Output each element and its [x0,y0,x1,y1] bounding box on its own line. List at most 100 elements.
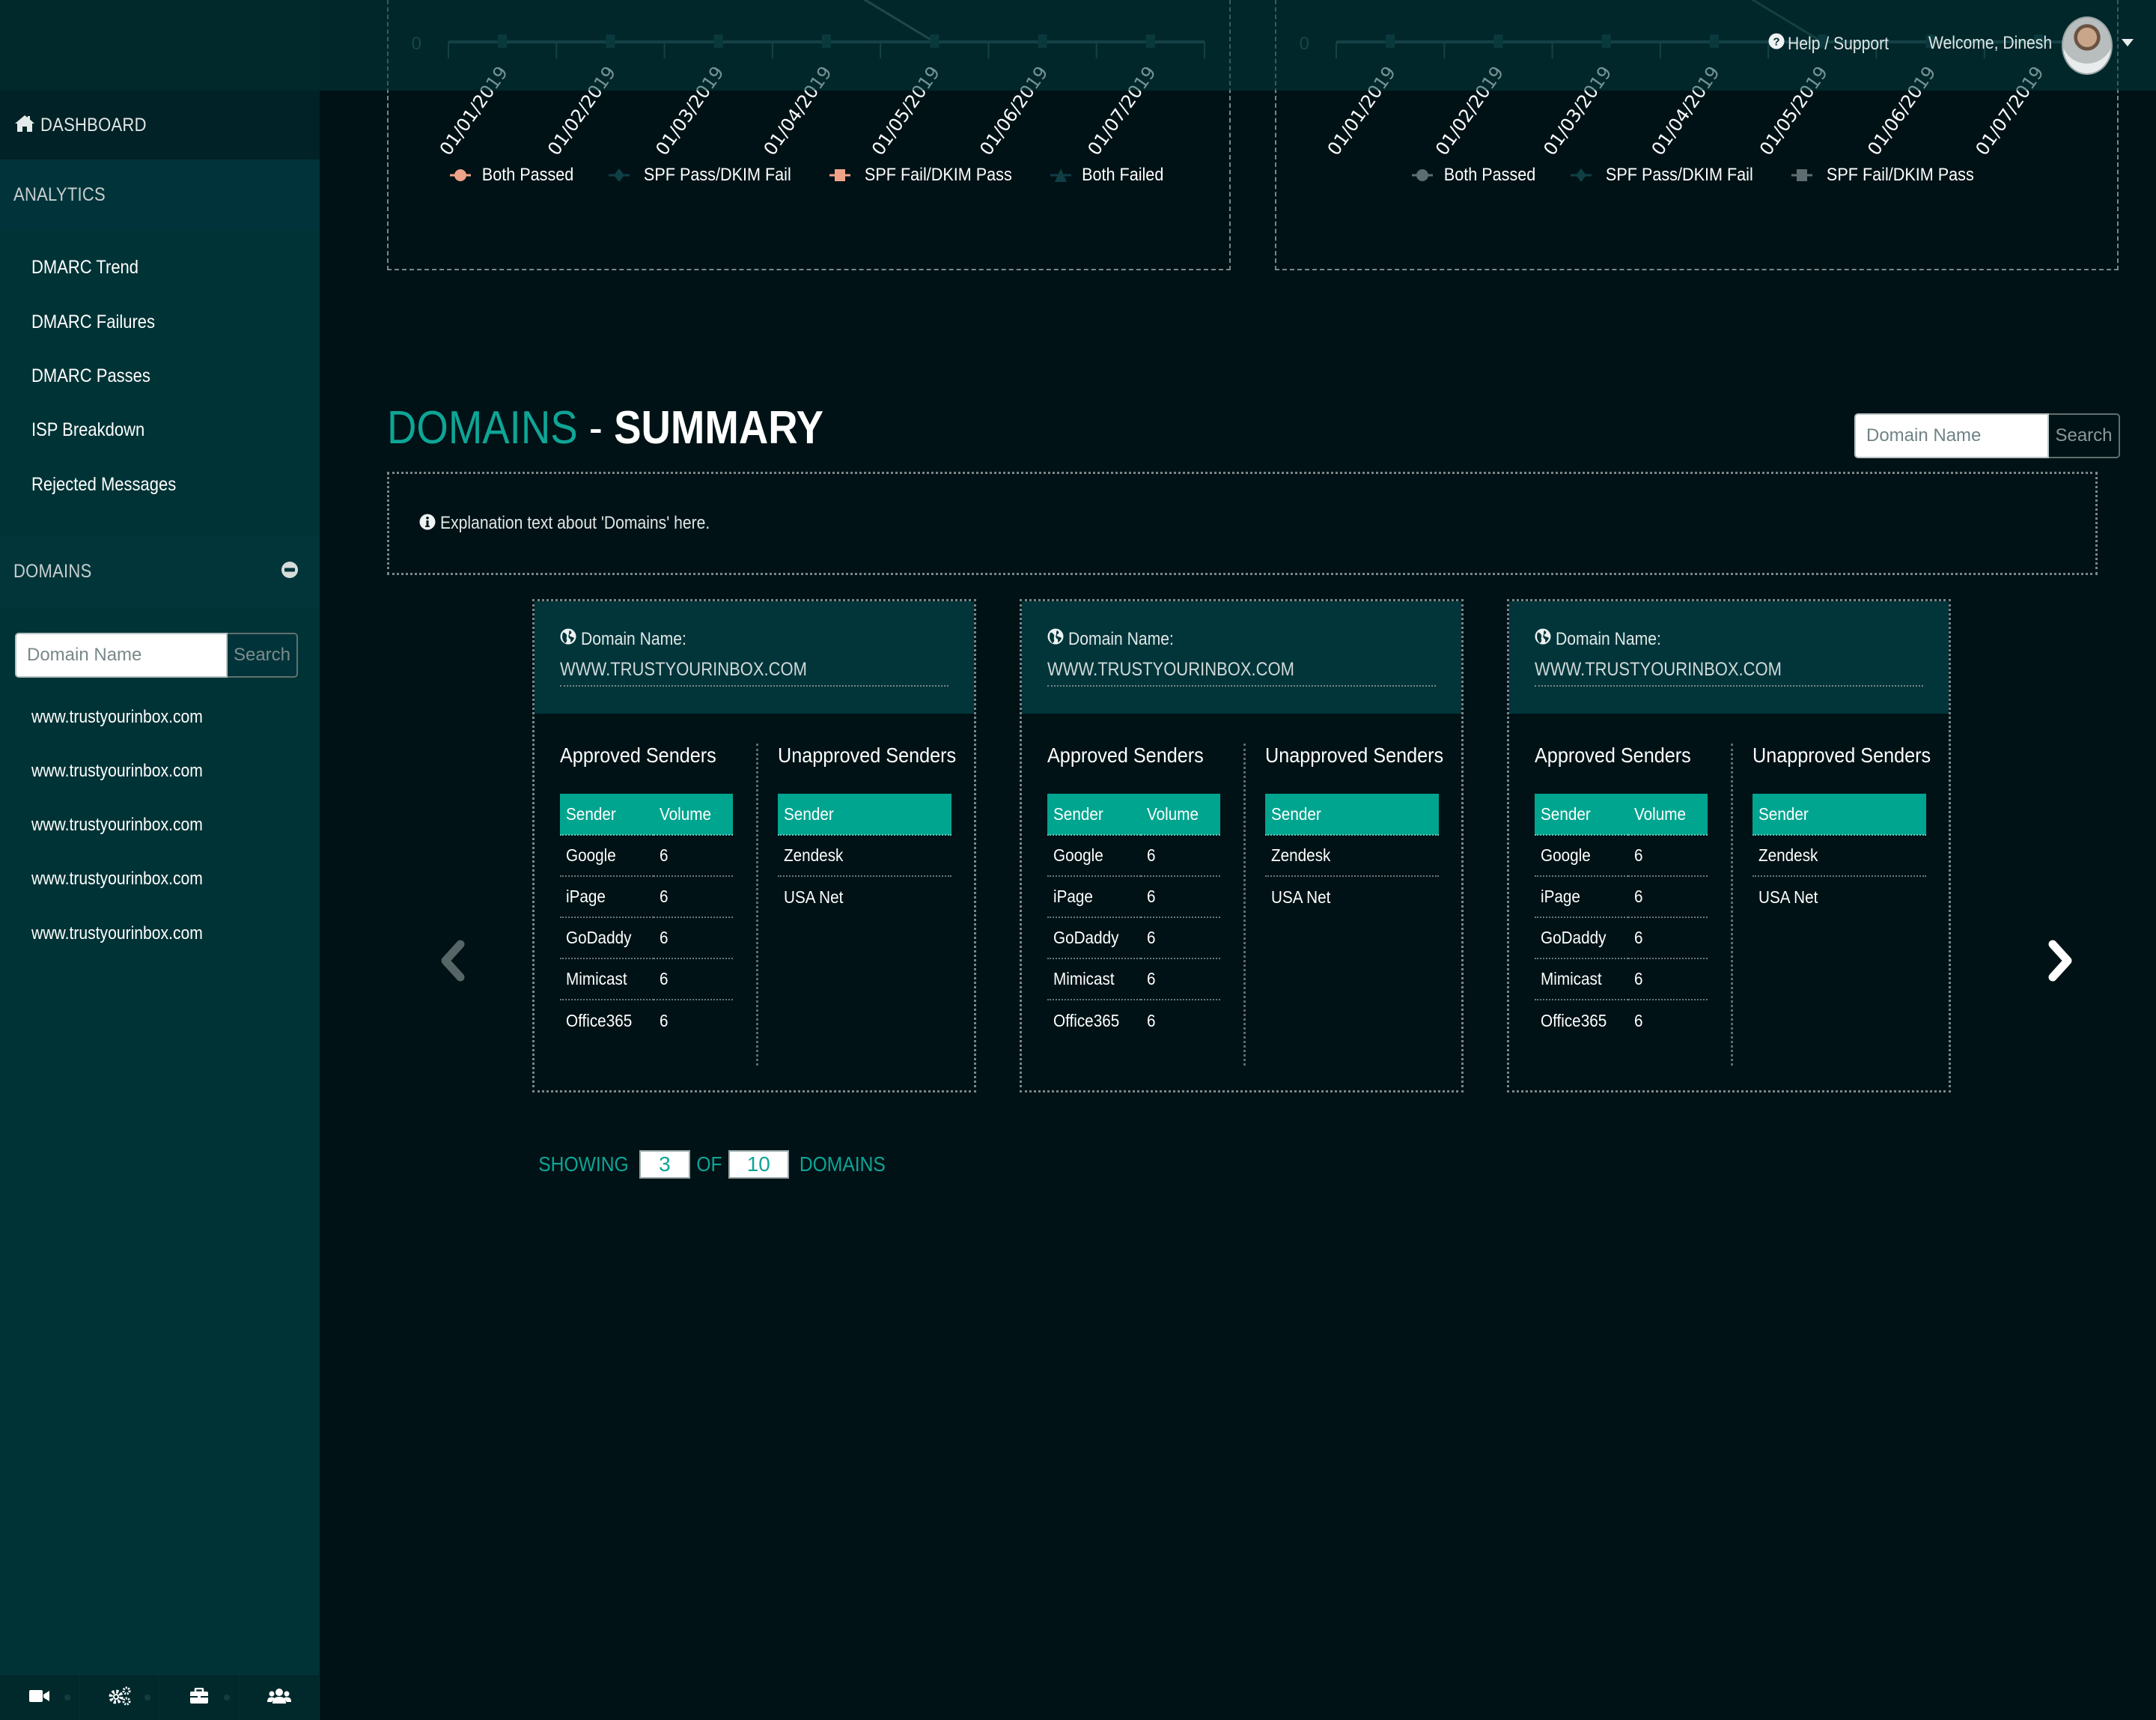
sender-name: USA Net [784,887,844,907]
help-support-link[interactable]: ? Help / Support [1768,33,1902,55]
briefcase-tool-button[interactable] [160,1675,240,1720]
settings-tool-button[interactable] [80,1675,160,1720]
main-domain-search-input[interactable] [1854,413,2049,458]
unapproved-senders-table: Sender Zendesk USA Net [1752,794,1926,917]
page-title-summary: SUMMARY [614,402,823,454]
column-header-sender: Sender [1265,794,1439,836]
unapproved-senders-section: Unapproved Senders Sender Zendesk USA Ne… [1752,744,1931,917]
sender-volume: 6 [1147,969,1156,988]
video-tool-button[interactable] [0,1675,80,1720]
table-header-row: Sender [1265,794,1439,836]
shown-count: 3 [639,1150,690,1179]
column-header-text: Sender [784,803,834,824]
legend-label: SPF Fail/DKIM Pass [864,165,1012,185]
approved-senders-title-text: Approved Senders [560,744,716,767]
carousel-next-button[interactable] [2038,936,2083,988]
sender-volume: 6 [660,1010,669,1030]
chevron-right-icon [2045,938,2075,987]
sender-name: Mimicast [1053,969,1115,988]
approved-senders-title: Approved Senders [1047,744,1220,774]
globe-icon [1535,628,1551,650]
sidebar-domain-link[interactable]: www.trustyourinbox.com [31,923,203,944]
volume-cell: 6 [654,958,733,1000]
legend-marker-diamond-icon [609,168,630,182]
sender-name: USA Net [1271,887,1331,907]
carousel-prev-button[interactable] [430,936,475,988]
domain-name-value: WWW.TRUSTYOURINBOX.COM [1535,659,1923,687]
volume-cell: 6 [1628,876,1708,918]
legend-item[interactable]: SPF Fail/DKIM Pass [1791,165,1982,186]
legend-label: Both Passed [481,165,574,185]
sidebar-item-dmarc-failures[interactable]: DMARC Failures [31,312,155,333]
volume-cell: 6 [1141,876,1220,918]
legend-item[interactable]: SPF Fail/DKIM Pass [829,165,1020,186]
sidebar-section-analytics[interactable]: ANALYTICS [0,159,320,230]
sidebar-domain-link[interactable]: www.trustyourinbox.com [31,707,203,728]
domain-name-label-text: Domain Name: [1556,628,1661,649]
main-domain-search-button[interactable]: Search [2049,413,2120,458]
legend-item[interactable]: SPF Pass/DKIM Fail [609,165,800,186]
sender-cell: Mimicast [1535,958,1628,1000]
approved-sender-row: GoDaddy 6 [1047,917,1220,959]
table-header-row: Sender Volume [1047,794,1220,836]
approved-sender-row: iPage 6 [560,876,733,918]
column-header-sender: Sender [1047,794,1141,836]
sidebar-section-domains[interactable]: DOMAINS [0,535,320,608]
sidebar-domain-link[interactable]: www.trustyourinbox.com [31,761,203,782]
approved-sender-row: Google 6 [560,835,733,877]
volume-cell: 6 [654,1000,733,1041]
sidebar-section-domains-label: DOMAINS [13,561,92,582]
sidebar-item-dmarc-trend[interactable]: DMARC Trend [31,257,138,279]
column-header-sender: Sender [1535,794,1628,836]
approved-senders-table: Sender Volume Google 6 iPage 6 GoDaddy 6… [1535,794,1708,1041]
cogs-icon [108,1686,132,1710]
sender-name: Office365 [1541,1010,1607,1030]
user-avatar[interactable] [2062,16,2113,75]
sidebar-item-isp-breakdown[interactable]: ISP Breakdown [31,419,144,441]
sender-cell: Zendesk [778,835,951,877]
domain-card-body: Approved Senders Sender Volume Google 6 … [535,714,974,1090]
legend-marker-square-icon [1791,169,1812,181]
legend-item[interactable]: Both Passed [1411,165,1541,186]
sender-cell: GoDaddy [1535,917,1628,959]
legend-item[interactable]: Both Passed [450,165,579,186]
unapproved-senders-title-text: Unapproved Senders [1752,744,1931,767]
approved-sender-row: Office365 6 [560,1000,733,1041]
column-header-text: Sender [1271,803,1321,824]
volume-cell: 6 [1141,917,1220,959]
tool-separator-dot [64,1695,70,1701]
unapproved-senders-section: Unapproved Senders Sender Zendesk USA Ne… [1265,744,1443,917]
sender-volume: 6 [660,969,669,988]
sidebar-item-dashboard-label: DASHBOARD [40,114,147,136]
sidebar-domain-search-input[interactable] [15,633,228,678]
sender-volume: 6 [1634,928,1643,947]
legend-item[interactable]: SPF Pass/DKIM Fail [1570,165,1761,186]
volume-cell: 6 [1628,917,1708,959]
sidebar-item-rejected-messages[interactable]: Rejected Messages [31,474,176,496]
sidebar-domain-search-button[interactable]: Search [228,633,298,678]
domain-name-label-text: Domain Name: [1068,628,1174,649]
table-header-row: Sender Volume [1535,794,1708,836]
sender-name: Office365 [566,1010,633,1030]
column-header-text: Sender [566,803,616,824]
main-domain-search: Search [1854,413,2120,458]
legend-marker-circle-icon [1411,169,1433,181]
column-divider [1243,744,1246,1066]
sender-cell: USA Net [778,876,951,917]
minus-circle-icon[interactable] [281,561,299,583]
sidebar-item-dmarc-passes[interactable]: DMARC Passes [31,365,150,387]
sender-name: Mimicast [1541,969,1602,988]
unapproved-senders-title: Unapproved Senders [1265,744,1443,774]
column-header-text: Volume [1634,803,1687,824]
unapproved-sender-row: Zendesk [1265,835,1439,877]
of-label: OF [696,1152,722,1176]
approved-senders-title-text: Approved Senders [1047,744,1204,767]
caret-down-icon[interactable] [2122,39,2134,46]
sidebar-domain-link[interactable]: www.trustyourinbox.com [31,815,203,836]
sidebar-toolbar [0,1675,320,1720]
legend-item[interactable]: Both Failed [1050,165,1168,186]
legend-label: SPF Fail/DKIM Pass [1826,165,1974,185]
users-tool-button[interactable] [240,1675,320,1720]
sidebar-domain-link[interactable]: www.trustyourinbox.com [31,869,203,890]
sidebar-item-dashboard[interactable]: DASHBOARD [0,91,320,159]
